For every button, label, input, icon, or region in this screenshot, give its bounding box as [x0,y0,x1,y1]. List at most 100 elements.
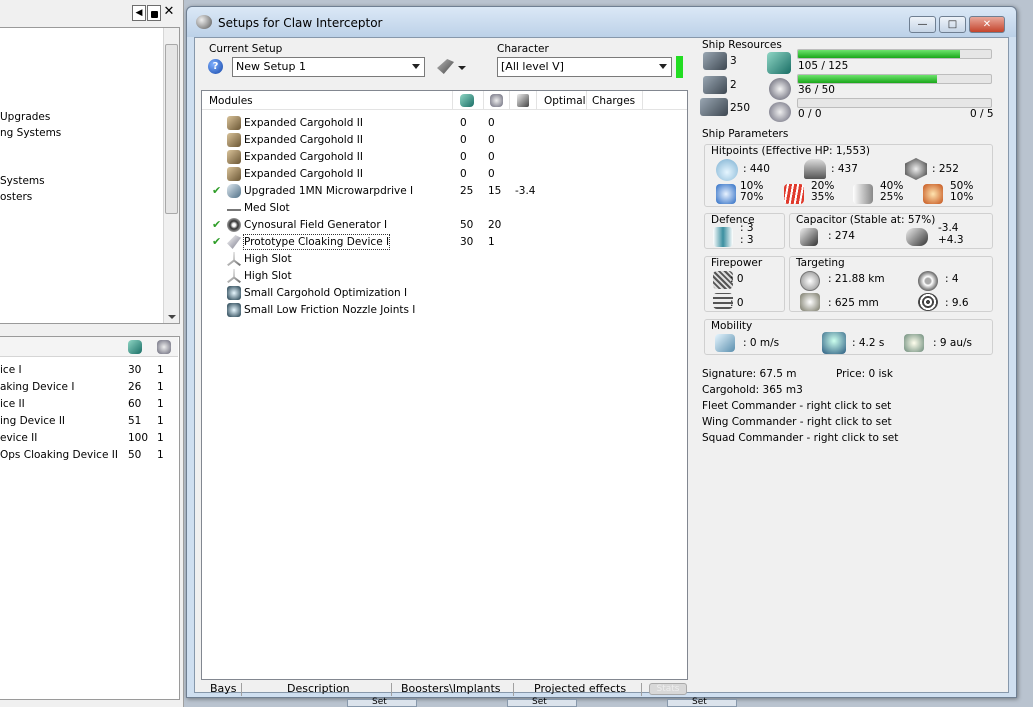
maximize-button[interactable]: □ [939,16,966,33]
high-slot-icon [227,252,241,266]
scan-resolution-icon [800,293,820,311]
module-row[interactable]: Expanded Cargohold II 0 0 [202,149,687,166]
module-name: Upgraded 1MN Microwarpdrive I [244,185,414,197]
module-row[interactable]: Small Low Friction Nozzle Joints I [202,302,687,319]
close-panel-button[interactable]: ✕ [162,5,176,21]
tab-stats[interactable]: Stats [649,683,687,695]
tab-projected-effects[interactable]: Projected effects [534,682,626,695]
tree-scroll-thumb[interactable] [165,44,178,214]
module-powergrid: 20 [488,219,502,231]
character-select-value: [All level V] [501,60,564,73]
market-list-row[interactable]: ice I 30 1 [0,362,178,379]
ship-parameters-label: Ship Parameters [702,128,789,140]
market-list-row[interactable]: aking Device I 26 1 [0,379,178,396]
defence-values: : 3: 3 [740,222,754,246]
module-name: Small Cargohold Optimization I [244,287,408,299]
sensor-strength-icon [918,293,938,311]
market-list-row[interactable]: evice II 100 1 [0,430,178,447]
minimize-button[interactable]: — [909,16,936,33]
cargohold-icon [227,150,241,164]
market-item-name: ing Device II [0,415,66,427]
capacitor-recharge-icon [906,228,928,246]
tree-item[interactable]: Systems [0,174,45,188]
module-row[interactable]: Small Cargohold Optimization I [202,285,687,302]
rig-icon [227,286,241,300]
module-cpu: 30 [460,236,474,248]
module-row[interactable]: High Slot [202,268,687,285]
back-button[interactable]: ◀ [132,5,146,21]
module-cpu: 0 [460,168,467,180]
module-row[interactable]: Expanded Cargohold II 0 0 [202,115,687,132]
hitpoints-label: Hitpoints (Effective HP: 1,553) [711,145,871,157]
cpu-icon [767,52,791,74]
market-item-cpu: 51 [128,415,142,427]
setup-select[interactable]: New Setup 1 [232,57,425,77]
module-row[interactable]: High Slot [202,251,687,268]
module-powergrid: 15 [488,185,502,197]
thermal-resist: 20% 35% [811,180,835,203]
close-button[interactable]: ✕ [969,16,1005,33]
targeting-group: Targeting : 21.88 km : 4 : 625 mm : 9.6 [789,256,993,312]
max-velocity: : 0 m/s [743,337,780,349]
tree-item[interactable]: Upgrades [0,110,50,124]
max-targets: : 4 [945,273,959,285]
module-row[interactable]: Med Slot [202,200,687,217]
firepower-group: Firepower : 0 : 0 [704,256,785,312]
scan-resolution: : 625 mm [828,297,879,309]
market-list-row[interactable]: ice II 60 1 [0,396,178,413]
cargohold-icon [227,116,241,130]
taskbar-item[interactable]: Set [667,697,737,707]
module-row[interactable]: Expanded Cargohold II 0 0 [202,166,687,183]
market-list-row[interactable]: ing Device II 51 1 [0,413,178,430]
scroll-down-icon[interactable] [168,315,176,319]
wing-commander[interactable]: Wing Commander - right click to set [702,415,892,429]
hitpoints-group: Hitpoints (Effective HP: 1,553) : 440 : … [704,144,993,207]
cargohold-icon [227,167,241,181]
ship-tools-icon[interactable] [437,59,454,74]
tab-boosters-implants[interactable]: Boosters\Implants [401,682,501,695]
market-item-powergrid: 1 [157,381,164,393]
tree-item[interactable]: osters [0,190,32,204]
tree-item[interactable]: ng Systems [0,126,61,140]
fleet-commander[interactable]: Fleet Commander - right click to set [702,399,891,413]
powergrid-icon [157,340,171,354]
taskbar-item[interactable]: Set [507,697,577,707]
turret-count: 3 [730,55,737,67]
module-row[interactable]: ✔ Upgraded 1MN Microwarpdrive I 25 15 -3.4 [202,183,687,200]
character-select[interactable]: [All level V] [497,57,672,77]
chevron-down-icon[interactable] [458,66,466,70]
module-name: Expanded Cargohold II [244,168,363,180]
title-bar[interactable]: Setups for Claw Interceptor — □ ✕ [187,7,1016,37]
module-powergrid: 0 [488,168,495,180]
tab-bays[interactable]: Bays [210,682,237,695]
market-item-powergrid: 1 [157,415,164,427]
tab-description[interactable]: Description [287,682,350,695]
market-list: ice I 30 1 aking Device I 26 1 ice II 60 1 ing De… [0,336,180,700]
cargohold: Cargohold: 365 m3 [702,384,803,396]
tree-scrollbar[interactable] [163,28,179,323]
module-row[interactable]: Expanded Cargohold II 0 0 [202,132,687,149]
taskbar-item[interactable]: Set [347,697,417,707]
modules-list[interactable]: Modules Optimal Charges Expanded Cargoho… [201,90,688,680]
squad-commander[interactable]: Squad Commander - right click to set [702,431,898,445]
optimal-header[interactable]: Optimal [544,94,586,108]
charges-header[interactable]: Charges [592,94,635,108]
ship-resources-label: Ship Resources [702,39,782,51]
lock-button[interactable] [147,5,161,21]
firepower-label: Firepower [711,257,763,269]
capacitor-icon [800,228,818,246]
capacitor-icon[interactable] [517,94,529,107]
price: Price: 0 isk [836,368,893,380]
powergrid-icon[interactable] [490,94,503,107]
modules-header: Modules Optimal Charges [202,91,687,110]
em-resist-icon [716,184,736,204]
market-list-row[interactable]: Ops Cloaking Device II 50 1 [0,447,178,464]
help-icon[interactable]: ? [208,59,223,74]
modules-header-label[interactable]: Modules [209,94,253,108]
align-time-icon [822,332,846,354]
market-item-cpu: 30 [128,364,142,376]
cpu-icon[interactable] [460,94,474,107]
cpu-bar [797,49,992,59]
module-row[interactable]: ✔ Prototype Cloaking Device I 30 1 [202,234,687,251]
module-row[interactable]: ✔ Cynosural Field Generator I 50 20 [202,217,687,234]
